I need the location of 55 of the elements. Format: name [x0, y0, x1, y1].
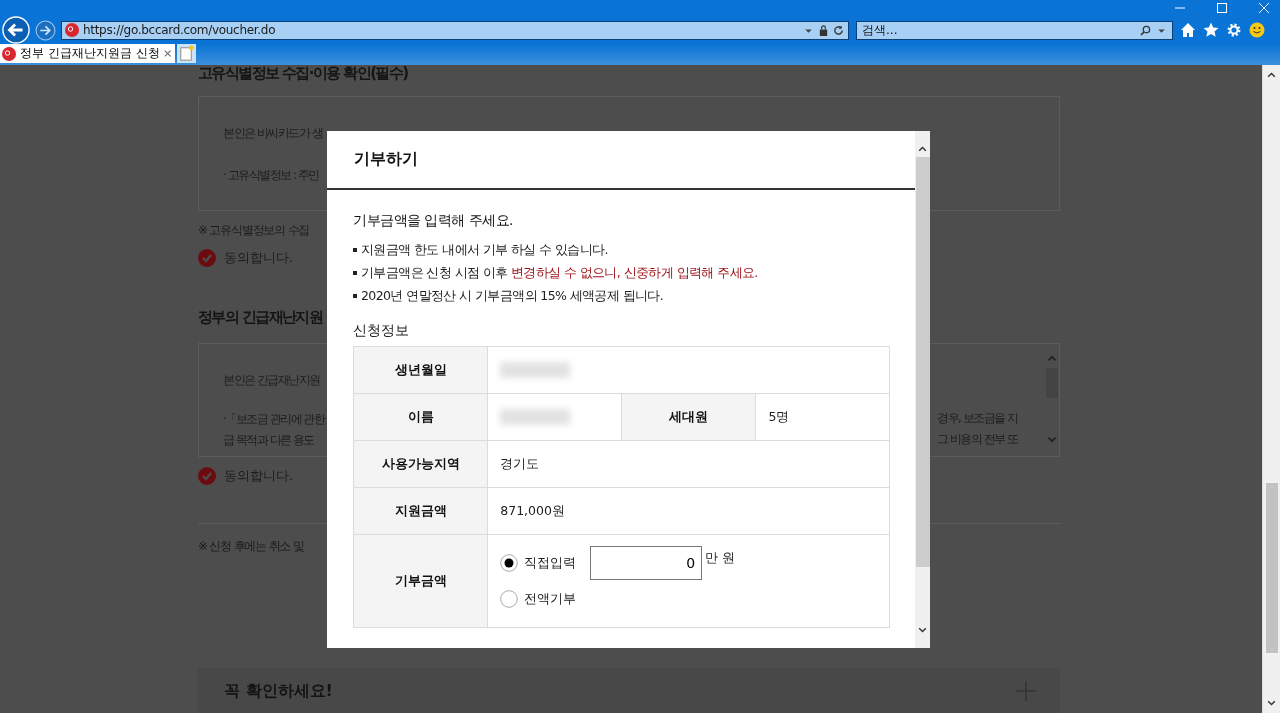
home-icon[interactable] [1180, 22, 1196, 38]
section-title: 신청정보 [353, 322, 410, 340]
address-bar[interactable]: https://go.bccard.com/voucher.do [61, 20, 849, 40]
table-cell: 5명 [755, 393, 890, 441]
bullet-text: 2020년 연말정산 시 기부금액의 15% 세액공제 됩니다. [361, 288, 664, 304]
search-field[interactable]: 검색... [856, 20, 1173, 40]
table-header-cell: 지원금액 [353, 487, 488, 535]
refresh-icon[interactable] [833, 24, 844, 36]
table-header-cell: 세대원 [621, 393, 756, 441]
maximize-icon[interactable] [1216, 2, 1228, 14]
smiley-icon[interactable] [1249, 22, 1265, 38]
scroll-up-icon[interactable] [917, 143, 928, 154]
redacted-value [500, 362, 571, 378]
lock-icon [818, 24, 829, 36]
table-header-cell: 기부금액 [353, 534, 488, 628]
section-heading: 정부의 긴급재난지원 [198, 308, 324, 326]
amount-field[interactable]: 0 [590, 546, 703, 580]
forward-button[interactable] [35, 19, 56, 41]
table-cell: 경기도 [487, 440, 890, 488]
radio-button[interactable] [500, 554, 519, 572]
section-heading: 고유식별정보 수집·이용 확인(필수) [198, 64, 409, 82]
checkbox[interactable] [198, 249, 216, 267]
instruction-text: 기부금액을 입력해 주세요. [353, 212, 514, 230]
bullet-text: 지원금액 한도 내에서 기부 하실 수 있습니다. [361, 242, 608, 258]
browser-tab[interactable]: 정부 긴급재난지원금 신청 [0, 44, 175, 63]
table-cell: 871,000원 [487, 487, 890, 535]
unit-label: 만 원 [705, 549, 736, 567]
favorites-star-icon[interactable] [1203, 22, 1219, 38]
scroll-down-icon[interactable] [917, 625, 928, 636]
scroll-thumb[interactable] [1045, 368, 1058, 398]
site-logo-icon [65, 23, 79, 37]
table-header-cell: 이름 [353, 393, 488, 441]
url-text: https://go.bccard.com/voucher.do [83, 23, 277, 37]
scroll-up-icon[interactable] [1266, 69, 1277, 80]
search-input[interactable]: 검색... [862, 23, 1135, 37]
radio-label: 전액기부 [524, 590, 577, 608]
checkbox[interactable] [198, 467, 216, 485]
search-icon[interactable] [1140, 24, 1151, 36]
scroll-down-icon[interactable] [1266, 698, 1277, 709]
radio-label: 직접입력 [524, 554, 577, 572]
close-icon[interactable] [163, 49, 171, 58]
redacted-value [500, 409, 571, 425]
table-header-cell: 생년월일 [353, 346, 488, 394]
radio-button[interactable] [500, 590, 519, 608]
back-button[interactable] [2, 16, 30, 44]
new-tab-icon[interactable] [177, 44, 196, 63]
scroll-thumb[interactable] [915, 157, 930, 567]
scrollbar[interactable] [1262, 65, 1280, 713]
scrollbar[interactable] [915, 131, 930, 648]
scroll-thumb[interactable] [1265, 483, 1278, 653]
table-header-cell: 사용가능지역 [353, 440, 488, 488]
dialog-title: 기부하기 [354, 149, 418, 170]
settings-icon[interactable] [1226, 22, 1242, 38]
site-logo-icon [2, 46, 16, 61]
bullet-text: 기부금액은 신청 시점 이후 변경하실 수 없으니, 신중하게 입력해 주세요. [361, 265, 758, 281]
